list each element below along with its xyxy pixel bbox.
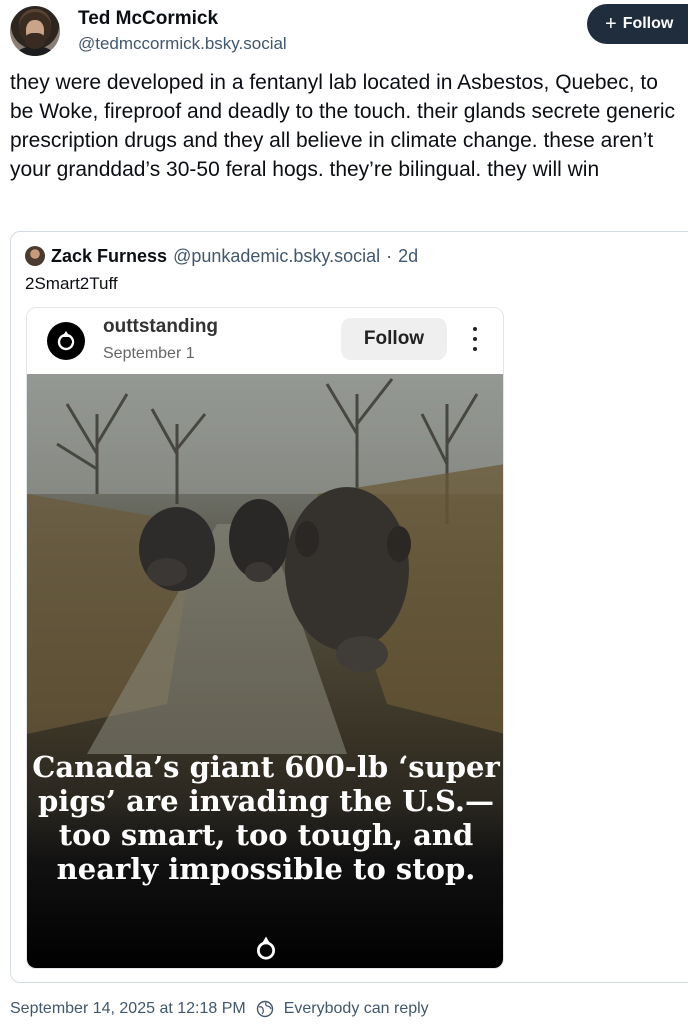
meta-separator: · xyxy=(386,245,393,266)
follow-button-label: Follow xyxy=(622,15,674,32)
quote-text: 2Smart2Tuff xyxy=(25,274,118,293)
post-timestamp[interactable]: September 14, 2025 at 12:18 PM xyxy=(10,1000,246,1018)
quote-age: 2d xyxy=(398,245,419,266)
photo-caption: Canada’s giant 600-lb ‘super pigs’ are i… xyxy=(32,750,500,886)
embed-date: September 1 xyxy=(103,345,195,362)
embed-photo[interactable]: Canada’s giant 600-lb ‘super pigs’ are i… xyxy=(27,374,503,968)
quote-author-handle[interactable]: @punkademic.bsky.social xyxy=(173,246,380,267)
follow-button[interactable]: + Follow xyxy=(587,4,688,44)
quote-post-card[interactable]: Zack Furness @punkademic.bsky.social · 2… xyxy=(10,231,688,983)
author-avatar[interactable] xyxy=(10,6,60,56)
author-handle[interactable]: @tedmccormick.bsky.social xyxy=(78,34,287,54)
more-vertical-icon[interactable] xyxy=(467,324,483,354)
post-text: they were developed in a fentanyl lab lo… xyxy=(10,71,676,181)
embed-username[interactable]: outtstanding xyxy=(103,316,218,338)
earth-icon xyxy=(256,1000,273,1018)
author-name[interactable]: Ted McCormick xyxy=(78,8,218,30)
outtstanding-logo-icon[interactable] xyxy=(47,322,85,360)
instagram-embed[interactable]: outtstanding September 1 Follow Canada’s… xyxy=(26,307,504,969)
watermark-icon xyxy=(256,936,276,960)
post-footer: September 14, 2025 at 12:18 PM Everybody… xyxy=(10,1000,429,1018)
quote-author-name[interactable]: Zack Furness xyxy=(51,246,167,267)
quote-header: Zack Furness @punkademic.bsky.social · 2… xyxy=(25,244,418,268)
quote-author-avatar[interactable] xyxy=(25,246,45,266)
plus-icon: + xyxy=(605,13,617,35)
embed-follow-button[interactable]: Follow xyxy=(341,318,447,360)
reply-setting[interactable]: Everybody can reply xyxy=(284,1000,429,1018)
post-header: Ted McCormick @tedmccormick.bsky.social xyxy=(10,4,688,60)
